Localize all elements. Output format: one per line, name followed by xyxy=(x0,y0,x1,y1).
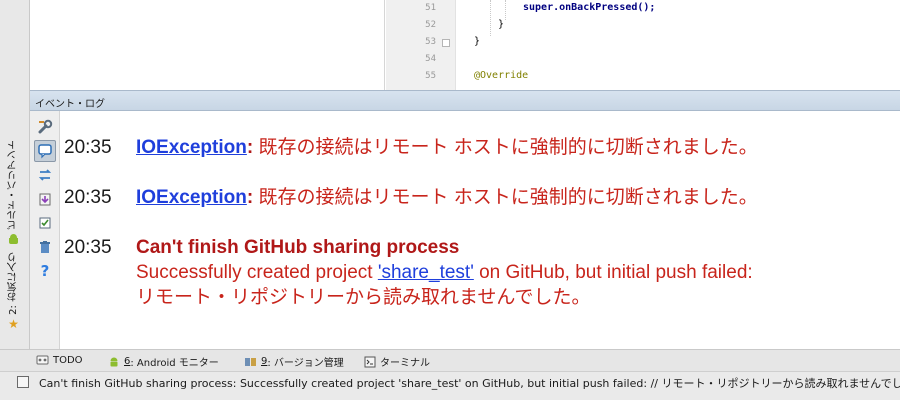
export-button[interactable] xyxy=(34,188,56,210)
version-control-tab[interactable]: 9: バージョン管理 xyxy=(244,354,344,369)
help-button[interactable]: ? xyxy=(34,260,56,282)
left-tool-strip: ビルド・バリアント 2: お気に入り ★ xyxy=(0,0,30,349)
tool-windows-toggle-icon[interactable] xyxy=(17,376,29,388)
code-line: } xyxy=(498,19,505,30)
status-bar: Can't finish GitHub sharing process: Suc… xyxy=(0,371,900,400)
todo-tab[interactable]: TODO xyxy=(36,354,83,366)
line-number: 53 xyxy=(425,37,436,47)
event-log-toolbar: ? xyxy=(30,111,60,349)
event-log-content[interactable]: 20:35 IOException: 既存の接続はリモート ホストに強制的に切断… xyxy=(60,111,900,349)
export-icon xyxy=(39,193,51,206)
terminal-icon xyxy=(364,356,376,367)
code-line: } xyxy=(474,36,481,47)
event-log-title: イベント・ログ xyxy=(35,99,105,110)
build-variants-label: ビルド・バリアント xyxy=(8,140,19,230)
terminal-label: ターミナル xyxy=(380,358,430,369)
log-message: 既存の接続はリモート ホストに強制的に切断されました。 xyxy=(258,137,758,158)
clear-all-button[interactable] xyxy=(34,236,56,258)
log-separator: : xyxy=(246,187,254,208)
log-title: Can't finish GitHub sharing process xyxy=(136,237,460,258)
code-line: @Override xyxy=(474,70,529,81)
exception-link[interactable]: IOException xyxy=(136,137,247,158)
mark-read-button[interactable] xyxy=(34,212,56,234)
android-icon xyxy=(110,357,118,366)
log-time: 20:35 xyxy=(64,137,112,158)
code-line: super.onBackPressed(); xyxy=(523,2,656,13)
indent-guide xyxy=(505,0,506,20)
settings-wrench-icon xyxy=(38,119,53,134)
line-number: 55 xyxy=(425,71,436,81)
help-icon: ? xyxy=(40,262,50,280)
android-monitor-tab[interactable]: 6: Android モニター xyxy=(108,354,219,369)
log-detail-line: リモート・リポジトリーから読み取れませんでした。 xyxy=(136,287,591,308)
event-log-header[interactable]: イベント・ログ xyxy=(30,90,900,111)
line-number: 52 xyxy=(425,20,436,30)
project-link[interactable]: 'share_test' xyxy=(378,262,474,283)
star-icon: ★ xyxy=(8,316,19,331)
log-time: 20:35 xyxy=(64,187,112,208)
tool-window-bar: TODO 6: Android モニター 9: バージョン管理 ターミナル xyxy=(0,349,900,371)
checkbox-icon xyxy=(39,217,51,229)
trash-icon xyxy=(40,241,50,253)
show-balloons-button[interactable] xyxy=(34,140,56,162)
code-editor[interactable]: 51 52 53 54 55 super.onBackPressed(); } … xyxy=(30,0,900,90)
vcs-tab-label: : バージョン管理 xyxy=(267,358,344,369)
sync-arrows-icon xyxy=(38,169,52,181)
log-message: 既存の接続はリモート ホストに強制的に切断されました。 xyxy=(258,187,758,208)
todo-icon xyxy=(36,355,49,365)
android-tab-label: : Android モニター xyxy=(130,358,219,369)
favorites-label: 2: お気に入り xyxy=(8,252,19,315)
line-gutter: 51 52 53 54 55 xyxy=(386,0,456,90)
log-separator: : xyxy=(246,137,254,158)
settings-button[interactable] xyxy=(34,116,56,138)
editor-left-pane xyxy=(30,0,385,90)
exception-link[interactable]: IOException xyxy=(136,187,247,208)
log-detail-line: Successfully created project 'share_test… xyxy=(136,261,753,285)
fold-marker-icon[interactable] xyxy=(442,39,450,47)
log-detail-text: on GitHub, but initial push failed: xyxy=(473,262,753,283)
todo-label: TODO xyxy=(53,354,83,366)
indent-guide xyxy=(490,0,491,36)
comment-bubble-icon xyxy=(38,144,52,159)
line-number: 54 xyxy=(425,54,436,64)
log-time: 20:35 xyxy=(64,237,112,258)
line-number: 51 xyxy=(425,3,436,13)
terminal-tab[interactable]: ターミナル xyxy=(364,354,430,369)
log-detail-text: Successfully created project xyxy=(136,262,378,283)
android-icon xyxy=(8,233,19,245)
favorites-tab[interactable]: 2: お気に入り ★ xyxy=(6,252,21,330)
vcs-icon xyxy=(245,357,256,366)
status-message[interactable]: Can't finish GitHub sharing process: Suc… xyxy=(39,375,900,391)
build-variants-tab[interactable]: ビルド・バリアント xyxy=(6,140,21,245)
sync-button[interactable] xyxy=(34,164,56,186)
